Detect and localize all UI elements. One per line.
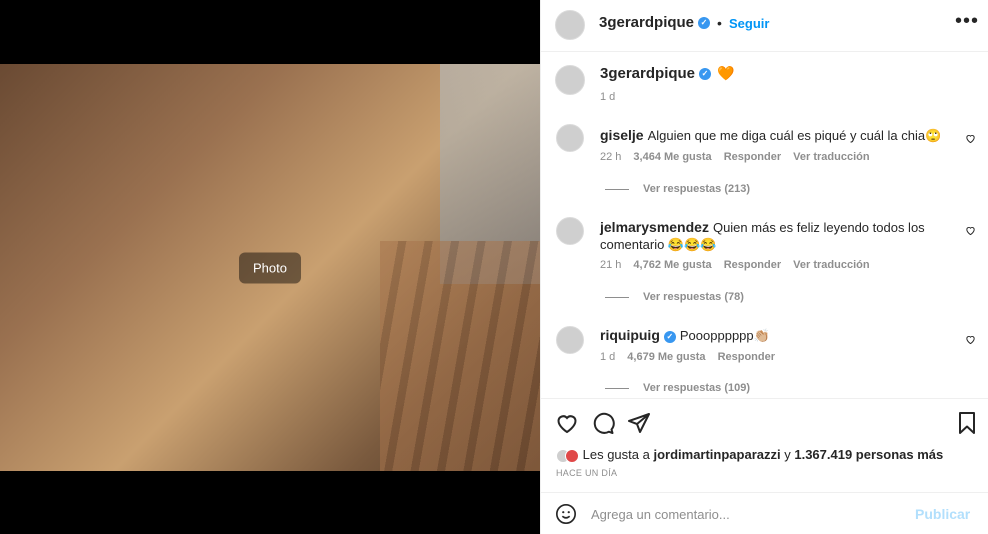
likes-summary: Les gusta a jordimartinpaparazzi y 1.367…	[556, 447, 943, 463]
like-icon[interactable]	[555, 411, 579, 435]
view-replies-button[interactable]: Ver respuestas (109)	[605, 382, 750, 394]
verified-icon: ✓	[699, 68, 712, 81]
comment-meta: 21 h 4,762 Me gusta Responder Ver traducció…	[600, 259, 882, 271]
caption: 3gerardpique ✓ 🧡	[600, 65, 734, 82]
save-icon[interactable]	[955, 411, 979, 435]
publish-button[interactable]: Publicar	[915, 506, 970, 522]
action-bar	[541, 398, 988, 446]
separator-dot: •	[717, 15, 722, 31]
comment-likes[interactable]: 3,464 Me gusta	[633, 151, 711, 163]
comment-username[interactable]: giselje	[600, 127, 644, 143]
reply-button[interactable]: Responder	[718, 351, 775, 363]
comment-like-icon[interactable]	[965, 225, 976, 236]
comment-time[interactable]: 22 h	[600, 151, 621, 163]
view-replies-label: Ver respuestas (213)	[643, 183, 751, 195]
author-username[interactable]: 3gerardpique ✓	[599, 14, 711, 31]
more-options-icon[interactable]: •••	[955, 10, 979, 33]
view-replies-button[interactable]: Ver respuestas (78)	[605, 291, 744, 303]
post-header: 3gerardpique ✓ • Seguir •••	[541, 0, 988, 52]
comment-username[interactable]: jelmarysmendez	[600, 219, 709, 235]
comment-username[interactable]: riquipuig	[600, 327, 660, 343]
share-icon[interactable]	[627, 411, 651, 435]
follow-button[interactable]: Seguir	[729, 16, 769, 31]
comment-likes[interactable]: 4,762 Me gusta	[633, 259, 711, 271]
comment-text: Alguien que me diga cuál es piqué y cuál…	[647, 128, 942, 143]
media-panel: Photo	[0, 0, 540, 534]
comment-avatar[interactable]	[556, 124, 584, 152]
photo-placeholder-label: Photo	[239, 252, 301, 283]
add-comment-bar: Publicar	[541, 492, 988, 534]
post-viewer: Photo 3gerardpique ✓ • Seguir ••• 3gerard…	[0, 0, 988, 534]
comment-body: jelmarysmendez Quien más es feliz leyendo…	[600, 219, 940, 253]
caption-username[interactable]: 3gerardpique	[600, 65, 695, 82]
comment-text: Pooopppppp👏🏼	[679, 328, 770, 343]
replies-line	[605, 296, 629, 298]
liker-avatar	[565, 448, 579, 463]
comment-icon[interactable]	[591, 411, 615, 435]
likes-connector: y	[784, 447, 791, 462]
comment-time[interactable]: 21 h	[600, 259, 621, 271]
comment-body: giselje Alguien que me diga cuál es piqué…	[600, 127, 952, 144]
view-replies-label: Ver respuestas (109)	[643, 382, 751, 394]
post-age[interactable]: HACE UN DÍA	[556, 468, 617, 478]
view-replies-button[interactable]: Ver respuestas (213)	[605, 183, 750, 195]
comment-body: riquipuig ✓ Pooopppppp👏🏼	[600, 327, 952, 344]
emoji-icon[interactable]	[555, 503, 577, 525]
caption-time[interactable]: 1 d	[600, 91, 615, 103]
caption-author-avatar[interactable]	[555, 65, 585, 95]
verified-icon: ✓	[698, 17, 711, 30]
post-photo[interactable]: Photo	[0, 64, 540, 471]
translate-button[interactable]: Ver traducción	[793, 151, 869, 163]
replies-line	[605, 188, 629, 190]
verified-icon: ✓	[663, 330, 676, 343]
comment-like-icon[interactable]	[965, 133, 976, 144]
comment-input[interactable]	[591, 504, 891, 524]
reply-button[interactable]: Responder	[724, 259, 781, 271]
likes-user-link[interactable]: jordimartinpaparazzi	[653, 447, 780, 462]
reply-button[interactable]: Responder	[724, 151, 781, 163]
comment-likes[interactable]: 4,679 Me gusta	[627, 351, 705, 363]
comment-avatar[interactable]	[556, 326, 584, 354]
comment-meta: 22 h 3,464 Me gusta Responder Ver traducció…	[600, 151, 882, 163]
translate-button[interactable]: Ver traducción	[793, 259, 869, 271]
comment-like-icon[interactable]	[965, 334, 976, 345]
details-panel: 3gerardpique ✓ • Seguir ••• 3gerardpique ✓…	[540, 0, 988, 534]
comment-time[interactable]: 1 d	[600, 351, 615, 363]
comment-avatar[interactable]	[556, 217, 584, 245]
replies-line	[605, 387, 629, 389]
view-replies-label: Ver respuestas (78)	[643, 291, 744, 303]
likes-count-link[interactable]: 1.367.419 personas más	[794, 447, 943, 462]
likes-prefix: Les gusta a	[582, 447, 650, 462]
comment-meta: 1 d 4,679 Me gusta Responder	[600, 351, 787, 363]
author-avatar[interactable]	[555, 10, 585, 40]
comments-scroll[interactable]: 3gerardpique ✓ 🧡 1 d giselje Alguien que me…	[541, 53, 988, 398]
caption-text: 🧡	[717, 65, 735, 81]
